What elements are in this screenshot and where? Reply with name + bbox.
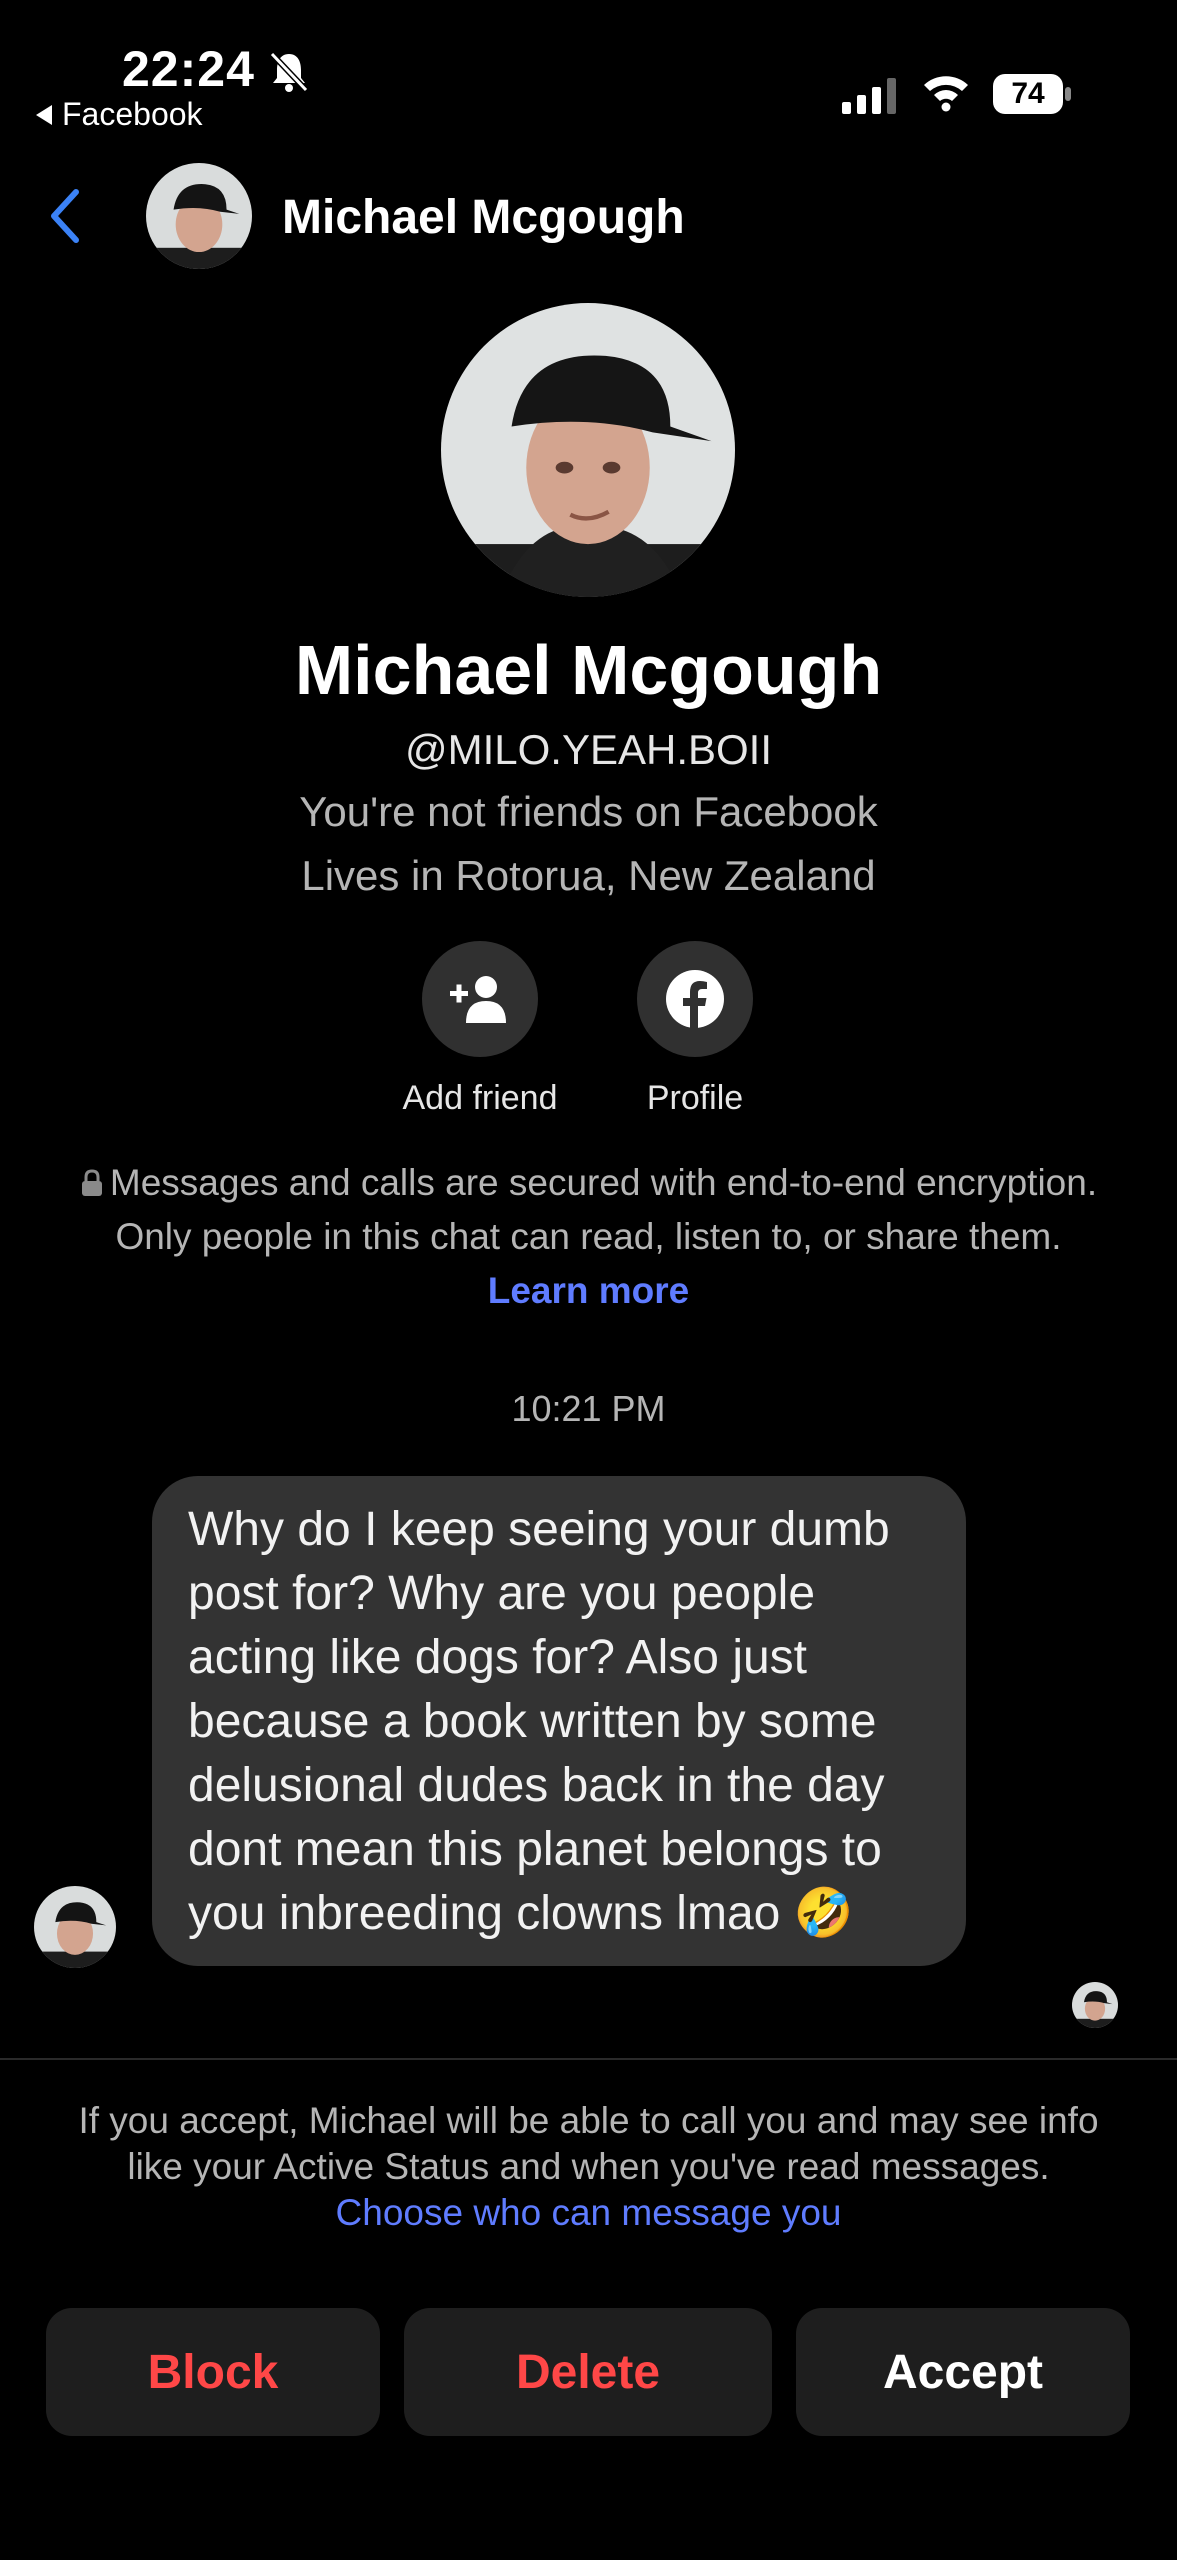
back-chevron-icon[interactable] — [46, 186, 86, 246]
wifi-icon — [924, 76, 968, 112]
request-info-text: If you accept, Michael will be able to c… — [78, 2100, 1099, 2187]
message-timestamp: 10:21 PM — [511, 1388, 666, 1429]
profile-location: Lives in Rotorua, New Zealand — [301, 852, 876, 899]
facebook-icon — [666, 970, 724, 1030]
profile-handle: @MILO.YEAH.BOII — [404, 726, 773, 773]
back-triangle-icon — [36, 104, 52, 125]
message-bubble[interactable]: Why do I keep seeing your dumb post for?… — [152, 1476, 966, 1966]
request-info: If you accept, Michael will be able to c… — [60, 2098, 1117, 2236]
divider — [0, 2058, 1177, 2060]
back-app-label: Facebook — [62, 96, 203, 132]
status-time: 22:24 — [122, 41, 255, 97]
add-friend-button[interactable]: Add friend — [400, 941, 560, 1118]
add-friend-icon — [450, 976, 506, 1023]
lock-icon — [81, 1169, 102, 1196]
header-contact-name[interactable]: Michael Mcgough — [282, 190, 685, 245]
accept-button[interactable]: Accept — [796, 2308, 1130, 2436]
profile-avatar — [441, 303, 735, 597]
profile-name: Michael Mcgough — [294, 631, 883, 709]
profile-button[interactable]: Profile — [615, 941, 775, 1118]
delete-button[interactable]: Delete — [404, 2308, 772, 2436]
encryption-text: Messages and calls are secured with end-… — [109, 1162, 1098, 1257]
profile-label: Profile — [646, 1079, 744, 1117]
battery-level: 74 — [1011, 77, 1045, 110]
header-avatar[interactable] — [146, 163, 252, 269]
friend-status: You're not friends on Facebook — [299, 788, 878, 835]
battery-icon: 74 — [992, 72, 1074, 116]
learn-more-link[interactable]: Learn more — [488, 1270, 690, 1311]
back-to-facebook[interactable]: Facebook — [36, 96, 203, 133]
bell-muted-icon — [269, 51, 309, 93]
add-friend-label: Add friend — [402, 1079, 558, 1117]
block-button[interactable]: Block — [46, 2308, 380, 2436]
encryption-notice: Messages and calls are secured with end-… — [60, 1156, 1117, 1318]
choose-who-can-message-link[interactable]: Choose who can message you — [336, 2192, 842, 2233]
sender-avatar[interactable] — [34, 1886, 116, 1968]
cellular-signal-icon — [842, 76, 896, 114]
read-receipt-avatar — [1072, 1982, 1118, 2028]
